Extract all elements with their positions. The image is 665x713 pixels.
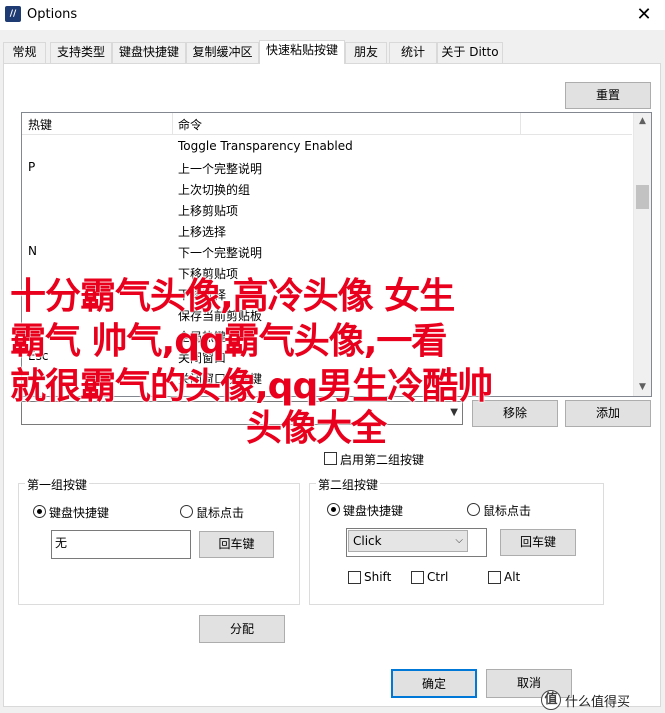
column-header-command[interactable]: 命令 xyxy=(178,116,202,133)
watermark: 值 什么值得买 xyxy=(541,689,661,711)
reset-button[interactable]: 重置 xyxy=(565,82,651,109)
title-bar: // Options ✕ xyxy=(0,0,665,30)
first-group-title: 第一组按键 xyxy=(25,476,90,493)
table-row[interactable]: 上移剪贴项 xyxy=(22,199,632,220)
row-command: Toggle Transparency Enabled xyxy=(178,139,353,153)
list-header: 热键 命令 xyxy=(22,113,632,135)
overlay-line-2: 霸气 帅气,qq霸气头像,一看 xyxy=(10,321,447,362)
group2-keyboard-label: 键盘快捷键 xyxy=(343,504,404,518)
scrollbar-thumb[interactable] xyxy=(636,185,649,209)
watermark-text: 什么值得买 xyxy=(565,695,631,710)
app-icon: // xyxy=(5,6,21,22)
overlay-line-1: 十分霸气头像,高冷头像 女生 xyxy=(10,276,455,317)
overlay-line-4: 头像大全 xyxy=(246,408,387,449)
table-row[interactable]: N 下一个完整说明 xyxy=(22,241,632,262)
tab-about[interactable]: 关于 Ditto xyxy=(437,42,503,63)
row-command: 上移剪贴项 xyxy=(178,204,239,218)
group1-mouse-label: 鼠标点击 xyxy=(196,506,245,520)
ctrl-checkbox[interactable] xyxy=(411,571,424,584)
group2-mouse-radio[interactable] xyxy=(467,503,480,516)
tab-keyboard-shortcuts[interactable]: 键盘快捷键 xyxy=(112,42,186,63)
watermark-logo-icon: 值 xyxy=(541,690,561,710)
shift-checkbox[interactable] xyxy=(348,571,361,584)
tab-friends[interactable]: 朋友 xyxy=(345,42,387,63)
overlay-line-3: 就很霸气的头像,qq男生冷酷帅 xyxy=(10,366,493,407)
column-divider[interactable] xyxy=(172,113,173,135)
add-button[interactable]: 添加 xyxy=(565,400,651,427)
group2-mouse-label: 鼠标点击 xyxy=(483,504,532,518)
close-icon[interactable]: ✕ xyxy=(623,0,665,30)
group2-keyboard-radio[interactable] xyxy=(327,503,340,516)
scroll-down-icon[interactable]: ▼ xyxy=(634,379,651,396)
alt-checkbox[interactable] xyxy=(488,571,501,584)
group1-enter-button[interactable]: 回车键 xyxy=(199,531,274,558)
table-row[interactable]: 上移选择 xyxy=(22,220,632,241)
group2-mouse-select-value: Click xyxy=(353,534,382,548)
tab-statistics[interactable]: 统计 xyxy=(389,42,437,63)
group1-mouse-radio[interactable] xyxy=(180,505,193,518)
ctrl-label: Ctrl xyxy=(427,570,449,584)
row-command: 上次切换的组 xyxy=(178,183,251,197)
tab-copy-buffer[interactable]: 复制缓冲区 xyxy=(186,42,259,63)
row-command: 上移选择 xyxy=(178,225,227,239)
row-hotkey: P xyxy=(28,160,36,174)
group2-mouse-select[interactable]: Click ⌵ xyxy=(348,530,468,552)
group2-enter-button[interactable]: 回车键 xyxy=(500,529,576,556)
scroll-up-icon[interactable]: ▲ xyxy=(634,113,651,130)
column-header-hotkey[interactable]: 热键 xyxy=(28,116,52,133)
tab-quick-paste-keys[interactable]: 快速粘贴按键 xyxy=(259,40,345,64)
table-row[interactable]: 上次切换的组 xyxy=(22,178,632,199)
column-divider[interactable] xyxy=(520,113,521,135)
row-command: 上一个完整说明 xyxy=(178,162,263,176)
table-row[interactable]: Toggle Transparency Enabled xyxy=(22,136,632,157)
group1-keyboard-radio[interactable] xyxy=(33,505,46,518)
row-hotkey: N xyxy=(28,244,37,258)
enable-second-group-label: 启用第二组按键 xyxy=(340,453,425,467)
assign-button[interactable]: 分配 xyxy=(199,615,285,643)
shift-label: Shift xyxy=(364,570,392,584)
ok-button[interactable]: 确定 xyxy=(391,669,477,698)
tab-supported-types[interactable]: 支持类型 xyxy=(50,42,112,63)
vertical-scrollbar[interactable]: ▲ ▼ xyxy=(633,113,651,396)
group1-key-field[interactable]: 无 xyxy=(51,530,191,559)
window-title: Options xyxy=(27,7,78,22)
second-group-title: 第二组按键 xyxy=(316,476,381,493)
tab-strip: 常规 支持类型 键盘快捷键 复制缓冲区 快速粘贴按键 朋友 统计 关于 Ditt… xyxy=(3,40,663,64)
row-command: 下一个完整说明 xyxy=(178,246,263,260)
table-row[interactable]: P 上一个完整说明 xyxy=(22,157,632,178)
tab-general[interactable]: 常规 xyxy=(3,42,46,63)
enable-second-group-checkbox[interactable] xyxy=(324,452,337,465)
chevron-down-icon[interactable]: ⌵ xyxy=(455,535,463,546)
group1-keyboard-label: 键盘快捷键 xyxy=(49,506,110,520)
alt-label: Alt xyxy=(504,570,521,584)
